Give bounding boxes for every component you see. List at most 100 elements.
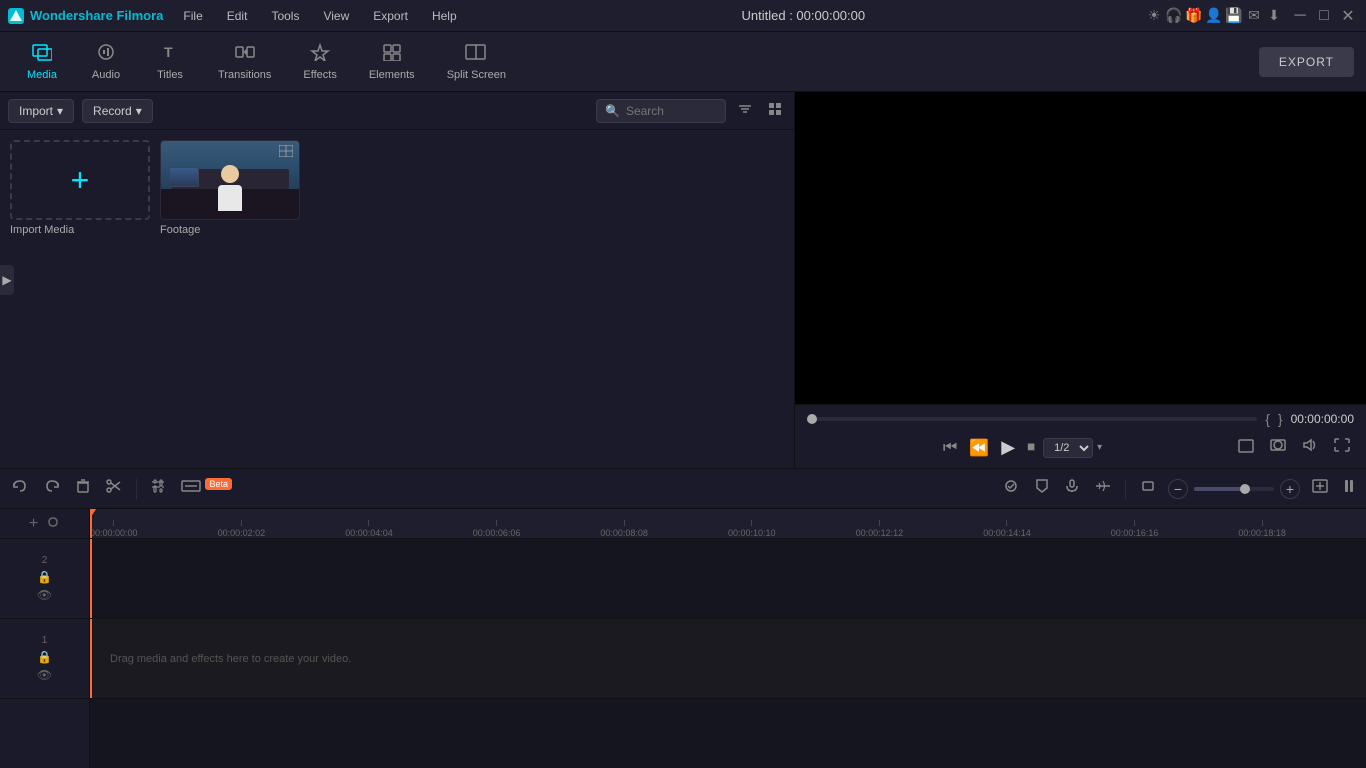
maximize-button[interactable]: □: [1314, 6, 1334, 26]
track2-num: 2: [42, 555, 48, 566]
in-point-marker[interactable]: {: [1265, 411, 1270, 427]
add-track-button[interactable]: +: [29, 515, 38, 533]
toolbar-splitscreen[interactable]: Split Screen: [433, 37, 520, 87]
import-media-item[interactable]: + Import Media: [10, 140, 150, 236]
zoom-in-button[interactable]: +: [1280, 479, 1300, 499]
out-point-marker[interactable]: }: [1278, 411, 1283, 427]
toolbar-effects[interactable]: Effects: [289, 37, 350, 87]
cut-button[interactable]: [102, 475, 126, 502]
elements-label: Elements: [369, 69, 415, 81]
footage-label: Footage: [160, 224, 300, 236]
media-label: Media: [27, 69, 57, 81]
pause-indicator-button[interactable]: [1340, 475, 1358, 502]
stop-button[interactable]: ⏹: [1023, 435, 1039, 461]
voiceover-button[interactable]: [1061, 475, 1083, 502]
titles-label: Titles: [157, 69, 183, 81]
import-thumbnail[interactable]: +: [10, 140, 150, 220]
ruler-mark-4: 00:00:08:08: [600, 520, 648, 538]
media-panel: Import ▾ Record ▾ 🔍 +: [0, 92, 795, 468]
search-box: 🔍: [596, 99, 726, 123]
track2-eye-button[interactable]: 👁: [37, 588, 52, 602]
timeline-tracks: 00:00:00:0000:00:02:0200:00:04:0400:00:0…: [90, 509, 1366, 768]
download-icon[interactable]: ⬇: [1266, 8, 1282, 24]
media-grid: + Import Media: [0, 130, 794, 468]
play-button[interactable]: ▶: [997, 433, 1019, 462]
toolbar-audio[interactable]: Audio: [76, 37, 136, 87]
fullscreen-preview-button[interactable]: [1234, 435, 1258, 460]
save-icon[interactable]: 💾: [1226, 8, 1242, 24]
effects-icon: [310, 43, 330, 66]
filter-icon[interactable]: [734, 98, 756, 123]
grid-view-icon[interactable]: [764, 98, 786, 123]
crop-button[interactable]: [1136, 475, 1160, 502]
zoom-handle[interactable]: [1240, 484, 1250, 494]
zoom-out-button[interactable]: −: [1168, 479, 1188, 499]
track1-eye-button[interactable]: 👁: [37, 668, 52, 682]
toolbar-titles[interactable]: T Titles: [140, 37, 200, 87]
track2-header: 2 🔒 👁: [0, 539, 89, 619]
redo-button[interactable]: [40, 475, 64, 502]
minimize-button[interactable]: ─: [1290, 6, 1310, 26]
track1-num: 1: [42, 635, 48, 646]
import-media-label: Import Media: [10, 224, 150, 236]
mail-icon[interactable]: ✉: [1246, 8, 1262, 24]
link-tracks-button[interactable]: [46, 516, 60, 531]
zoom-slider[interactable]: [1194, 487, 1274, 491]
elements-icon: [382, 43, 402, 66]
delete-button[interactable]: [72, 475, 94, 502]
close-button[interactable]: ✕: [1338, 6, 1358, 26]
track1-content[interactable]: Drag media and effects here to create yo…: [90, 619, 1366, 699]
prev-frame-button[interactable]: ⏪: [965, 434, 993, 462]
ruler-mark-9: 00:00:18:18: [1238, 520, 1286, 538]
settings-button[interactable]: [147, 475, 169, 502]
import-dropdown[interactable]: Import ▾: [8, 99, 74, 123]
menu-bar: File Edit Tools View Export Help: [179, 7, 460, 25]
export-button[interactable]: EXPORT: [1259, 47, 1354, 77]
headset-icon[interactable]: 🎧: [1166, 8, 1182, 24]
menu-tools[interactable]: Tools: [267, 7, 303, 25]
search-input[interactable]: [626, 104, 706, 118]
menu-help[interactable]: Help: [428, 7, 461, 25]
track-headers: + 2 🔒 👁 1 🔒 👁: [0, 509, 90, 768]
transitions-label: Transitions: [218, 69, 271, 81]
track2-content[interactable]: [90, 539, 1366, 619]
menu-edit[interactable]: Edit: [223, 7, 252, 25]
footage-media-item[interactable]: Footage: [160, 140, 300, 236]
track2-lock-button[interactable]: 🔒: [37, 570, 52, 584]
fullscreen-button[interactable]: [1330, 434, 1354, 461]
step-back-button[interactable]: ⏮: [939, 435, 961, 461]
markers-button[interactable]: [1031, 475, 1053, 502]
chevron-quality-icon: ▾: [1097, 442, 1102, 453]
audio-track-button[interactable]: [1091, 475, 1115, 502]
progress-bar[interactable]: [807, 417, 1257, 421]
menu-export[interactable]: Export: [369, 7, 412, 25]
menu-file[interactable]: File: [179, 7, 206, 25]
fit-to-screen-button[interactable]: [1308, 475, 1332, 502]
panel-collapse-arrow[interactable]: ▶: [0, 265, 14, 295]
undo-button[interactable]: [8, 475, 32, 502]
quality-select[interactable]: 1/2: [1043, 438, 1093, 458]
snapshot-button[interactable]: [1266, 434, 1290, 461]
preview-controls: { } 00:00:00:00 ⏮ ⏪ ▶ ⏹ 1/2 ▾: [795, 404, 1366, 468]
sun-icon[interactable]: ☀: [1146, 8, 1162, 24]
toolbar-transitions[interactable]: Transitions: [204, 37, 285, 87]
main-area: Import ▾ Record ▾ 🔍 +: [0, 92, 1366, 468]
toolbar-elements[interactable]: Elements: [355, 37, 429, 87]
gift-icon[interactable]: 🎁: [1186, 8, 1202, 24]
progress-handle[interactable]: [807, 414, 817, 424]
ai-cutout-button[interactable]: [999, 475, 1023, 502]
dropdown-arrow2-icon: ▾: [136, 104, 142, 118]
record-dropdown[interactable]: Record ▾: [82, 99, 153, 123]
motion-button[interactable]: Beta: [177, 475, 236, 502]
track1-lock-button[interactable]: 🔒: [37, 650, 52, 664]
zoom-controls: − +: [1168, 479, 1300, 499]
toolbar-media[interactable]: Media: [12, 37, 72, 87]
menu-view[interactable]: View: [319, 7, 353, 25]
person-icon[interactable]: 👤: [1206, 8, 1222, 24]
track1-header: 1 🔒 👁: [0, 619, 89, 699]
ruler-mark-7: 00:00:14:14: [983, 520, 1031, 538]
splitscreen-label: Split Screen: [447, 69, 506, 81]
volume-button[interactable]: [1298, 434, 1322, 461]
footage-thumbnail[interactable]: [160, 140, 300, 220]
time-ruler: 00:00:00:0000:00:02:0200:00:04:0400:00:0…: [90, 509, 1366, 539]
